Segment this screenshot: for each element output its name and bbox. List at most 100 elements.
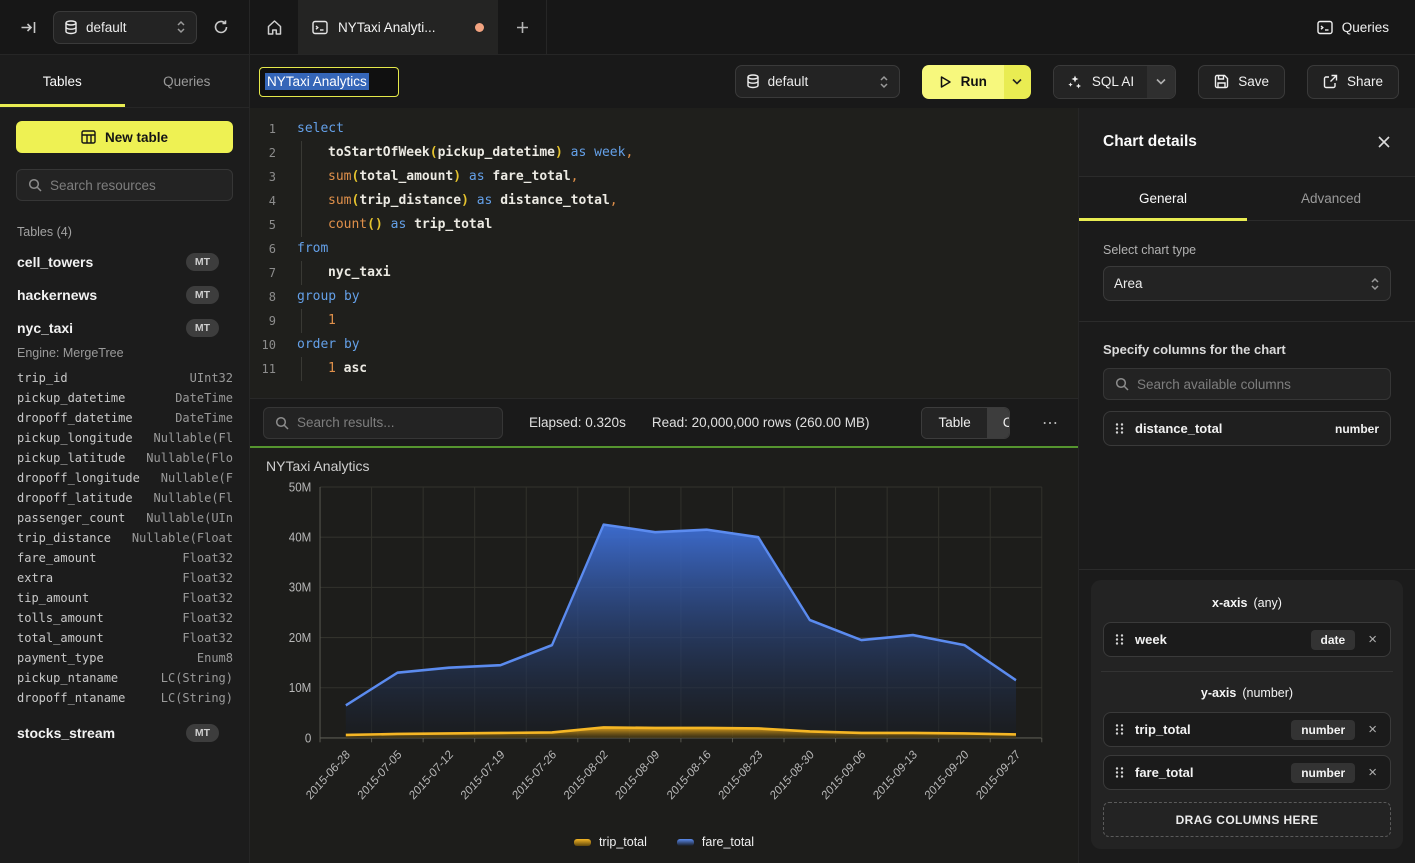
column-chip[interactable]: fare_total number ×	[1103, 755, 1391, 790]
column-name: trip_id	[17, 371, 68, 385]
table-column-row[interactable]: dropoff_datetimeDateTime	[16, 408, 233, 428]
table-engine-label: Engine: MergeTree	[17, 346, 233, 360]
panel-tab-general[interactable]: General	[1079, 177, 1247, 220]
editor-gutter: 1234567891011	[250, 117, 288, 398]
legend-item-fare_total[interactable]: fare_total	[677, 835, 754, 849]
column-chip[interactable]: distance_total number	[1103, 411, 1391, 446]
sidebar-tab-queries[interactable]: Queries	[125, 55, 250, 107]
queries-button[interactable]: Queries	[1291, 0, 1415, 54]
new-tab-button[interactable]	[498, 0, 546, 54]
close-panel-button[interactable]	[1377, 135, 1391, 149]
table-column-row[interactable]: pickup_datetimeDateTime	[16, 388, 233, 408]
more-options-button[interactable]: ⋯	[1036, 409, 1065, 437]
results-search-input[interactable]	[297, 415, 492, 430]
share-button[interactable]: Share	[1307, 65, 1399, 99]
run-button[interactable]: Run	[922, 65, 1004, 99]
panel-tab-advanced[interactable]: Advanced	[1247, 177, 1415, 220]
table-row-hackernews[interactable]: hackernews MT	[16, 278, 233, 311]
sql-editor[interactable]: 1234567891011 selecttoStartOfWeek(pickup…	[250, 108, 1078, 398]
chart-type-select[interactable]: Area	[1103, 266, 1391, 301]
run-database-selector[interactable]: default	[735, 65, 900, 98]
view-toggle-chart[interactable]: Chart	[987, 408, 1010, 438]
drop-zone[interactable]: DRAG COLUMNS HERE	[1103, 802, 1391, 837]
table-column-row[interactable]: fare_amountFloat32	[16, 548, 233, 568]
panel-divider	[1079, 321, 1415, 322]
table-column-row[interactable]: passenger_countNullable(UIn	[16, 508, 233, 528]
refresh-button[interactable]	[207, 13, 235, 41]
table-column-row[interactable]: tip_amountFloat32	[16, 588, 233, 608]
table-column-row[interactable]: pickup_latitudeNullable(Flo	[16, 448, 233, 468]
query-title-input[interactable]: NYTaxi Analytics	[259, 67, 399, 97]
sidebar-search-input[interactable]	[50, 178, 222, 193]
code-line: select	[288, 117, 1078, 141]
table-column-row[interactable]: dropoff_latitudeNullable(Fl	[16, 488, 233, 508]
area-chart: 010M20M30M40M50M2015-06-282015-07-052015…	[264, 474, 1064, 831]
sql-ai-options-button[interactable]	[1147, 66, 1175, 98]
chart-canvas: 010M20M30M40M50M2015-06-282015-07-052015…	[264, 474, 1064, 831]
sidebar-tab-tables[interactable]: Tables	[0, 55, 125, 107]
column-type: LC(String)	[161, 671, 233, 685]
panel-body: Select chart type Area Specify columns f…	[1079, 221, 1415, 863]
engine-badge: MT	[186, 319, 219, 337]
search-icon	[28, 178, 42, 192]
table-row-stocks-stream[interactable]: stocks_stream MT	[16, 716, 233, 749]
svg-text:2015-09-06: 2015-09-06	[819, 747, 868, 802]
home-tab-button[interactable]	[250, 0, 298, 54]
table-column-row[interactable]: trip_distanceNullable(Float	[16, 528, 233, 548]
drag-handle-icon[interactable]	[1115, 766, 1124, 779]
editor-code: selecttoStartOfWeek(pickup_datetime) as …	[288, 117, 1078, 398]
collapse-sidebar-button[interactable]	[14, 13, 43, 42]
home-icon	[266, 19, 283, 36]
remove-chip-icon[interactable]: ×	[1366, 632, 1379, 647]
code-line: sum(total_amount) as fare_total,	[288, 165, 1078, 189]
remove-chip-icon[interactable]: ×	[1366, 722, 1379, 737]
drag-handle-icon[interactable]	[1115, 422, 1124, 435]
svg-text:2015-08-23: 2015-08-23	[716, 747, 765, 802]
drag-handle-icon[interactable]	[1115, 633, 1124, 646]
table-column-row[interactable]: trip_idUInt32	[16, 368, 233, 388]
view-toggle-table[interactable]: Table	[922, 408, 986, 438]
table-column-row[interactable]: pickup_longitudeNullable(Fl	[16, 428, 233, 448]
table-column-row[interactable]: total_amountFloat32	[16, 628, 233, 648]
sql-ai-button[interactable]: SQL AI	[1054, 66, 1147, 98]
table-row-nyc-taxi[interactable]: nyc_taxi MT	[16, 311, 233, 344]
run-button-label: Run	[961, 74, 987, 89]
collapse-sidebar-icon	[20, 19, 37, 36]
remove-chip-icon[interactable]: ×	[1366, 765, 1379, 780]
table-column-row[interactable]: extraFloat32	[16, 568, 233, 588]
column-chip[interactable]: week date ×	[1103, 622, 1391, 657]
query-tab[interactable]: NYTaxi Analyti...	[298, 0, 498, 54]
table-column-row[interactable]: payment_typeEnum8	[16, 648, 233, 668]
save-button[interactable]: Save	[1198, 65, 1285, 99]
table-column-row[interactable]: dropoff_ntanameLC(String)	[16, 688, 233, 708]
drag-handle-icon[interactable]	[1115, 723, 1124, 736]
table-column-row[interactable]: tolls_amountFloat32	[16, 608, 233, 628]
column-type: Nullable(Fl	[154, 431, 233, 445]
table-column-row[interactable]: pickup_ntanameLC(String)	[16, 668, 233, 688]
save-button-label: Save	[1238, 74, 1269, 89]
columns-search-input[interactable]	[1137, 377, 1380, 392]
new-table-label: New table	[105, 130, 168, 145]
new-table-button[interactable]: New table	[16, 121, 233, 153]
chevron-down-icon	[1156, 78, 1166, 85]
column-type: Float32	[182, 571, 233, 585]
chart-panel: NYTaxi Analytics 010M20M30M40M50M2015-06…	[250, 448, 1078, 863]
results-toolbar: Elapsed: 0.320s Read: 20,000,000 rows (2…	[250, 398, 1078, 446]
column-name: dropoff_longitude	[17, 471, 140, 485]
tab-title: NYTaxi Analyti...	[338, 20, 436, 35]
tables-section-label: Tables (4)	[17, 225, 233, 239]
legend-label: fare_total	[702, 835, 754, 849]
table-row-cell-towers[interactable]: cell_towers MT	[16, 245, 233, 278]
panel-tab-bar: General Advanced	[1079, 177, 1415, 221]
share-button-label: Share	[1347, 74, 1383, 89]
table-column-row[interactable]: dropoff_longitudeNullable(F	[16, 468, 233, 488]
code-line: order by	[288, 333, 1078, 357]
column-chip[interactable]: trip_total number ×	[1103, 712, 1391, 747]
updown-chevron-icon	[1370, 277, 1380, 291]
database-selector[interactable]: default	[53, 11, 197, 44]
code-line: group by	[288, 285, 1078, 309]
legend-item-trip_total[interactable]: trip_total	[574, 835, 647, 849]
svg-text:50M: 50M	[289, 480, 312, 495]
run-options-button[interactable]	[1004, 65, 1031, 99]
content-row: New table Tables (4) cell_towers MT hack…	[0, 108, 1415, 863]
